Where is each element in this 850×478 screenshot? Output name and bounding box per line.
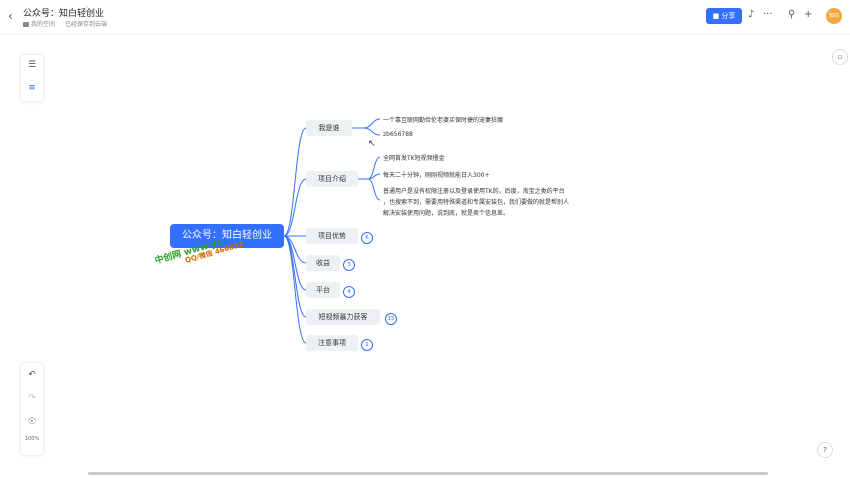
node-short-video[interactable]: 短视频暴力获客 <box>306 309 380 325</box>
node-notes[interactable]: 注意事项 <box>306 335 358 351</box>
leaf-text[interactable]: 全网首发TK短视频撸金 <box>383 153 445 162</box>
node-project-intro[interactable]: 项目介绍 <box>306 171 358 187</box>
leaf-text[interactable]: 一个靠互联网勤俭伦老婆买保时捷的宠妻狂魔 <box>383 115 503 124</box>
connector-lines <box>283 118 381 344</box>
collapse-badge[interactable]: 15 <box>385 313 397 325</box>
leaf-text[interactable]: zb656788 <box>383 131 413 138</box>
node-income[interactable]: 收益 <box>306 255 340 271</box>
mouse-cursor-icon: ↖ <box>368 139 376 149</box>
leaf-text[interactable]: ，也搜索不到，需要用特殊渠道和专属安装包，我们要做的就是帮别人 <box>383 197 569 206</box>
collapse-badge[interactable]: 3 <box>343 259 355 271</box>
collapse-badge[interactable]: 6 <box>361 232 373 244</box>
collapse-badge[interactable]: 1 <box>361 339 373 351</box>
leaf-text[interactable]: 解决安装使用问题，说到底，就是卖个信息差。 <box>383 208 509 217</box>
leaf-text[interactable]: 普通用户是没有权限注册以及登录使用TK的，后度，淘宝之类的平台 <box>383 186 565 195</box>
node-project-advantage[interactable]: 项目优势 <box>306 228 358 244</box>
leaf-text[interactable]: 每天二十分钟，刚刚视频就能日入300+ <box>383 170 489 179</box>
collapse-badge[interactable]: 4 <box>343 286 355 298</box>
node-platform[interactable]: 平台 <box>306 282 340 298</box>
node-who-am-i[interactable]: 我是谁 <box>306 120 352 136</box>
